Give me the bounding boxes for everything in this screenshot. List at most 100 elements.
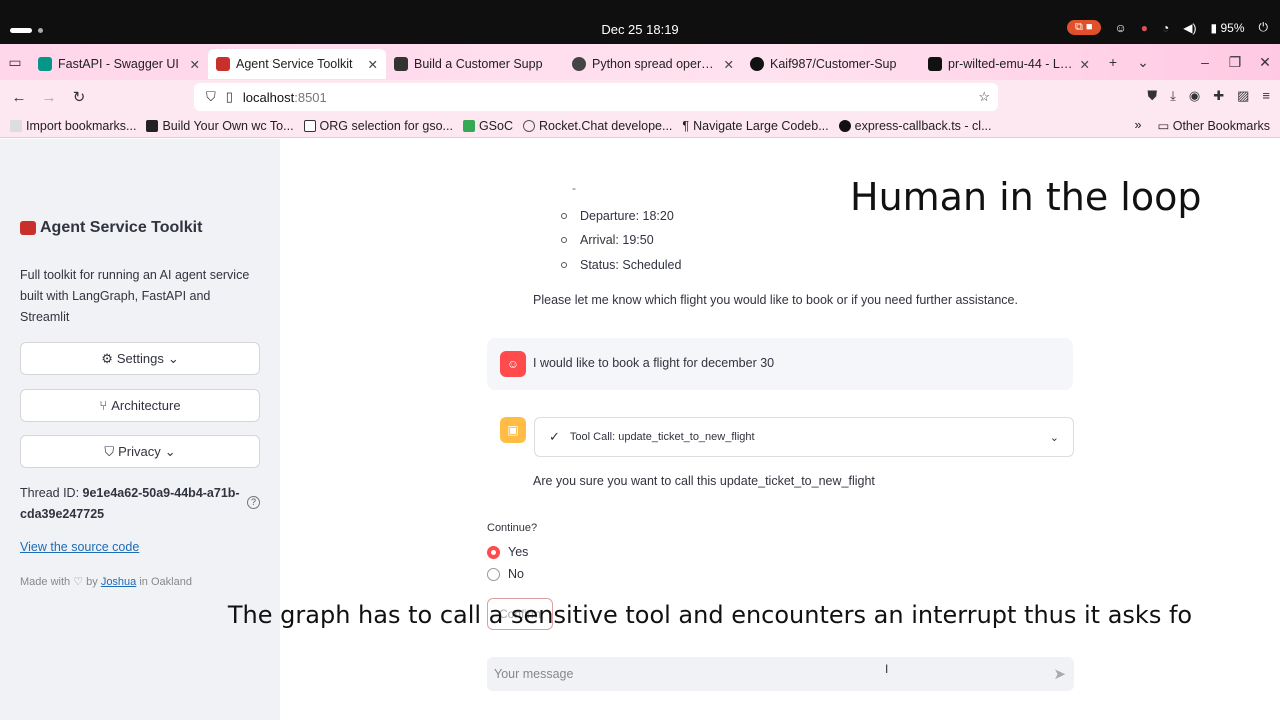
radio-option-yes[interactable]: Yes <box>487 545 528 559</box>
user-message: I would like to book a flight for decemb… <box>533 356 775 370</box>
bookmark-star-icon[interactable]: ☆ <box>978 89 990 105</box>
extensions-icon[interactable]: ✚ <box>1213 88 1224 104</box>
toolbox-favicon-icon <box>216 57 230 71</box>
author-link[interactable]: Joshua <box>101 576 136 588</box>
extension-icon[interactable]: ▨ <box>1237 88 1249 104</box>
thread-id-label: Thread ID: <box>20 486 83 500</box>
text-cursor-icon: I <box>885 662 889 676</box>
reload-icon[interactable]: ↻ <box>64 88 94 106</box>
list-dash: - <box>572 181 576 195</box>
chatgpt-favicon-icon <box>572 57 586 71</box>
volume-icon[interactable]: ◀) <box>1183 21 1196 35</box>
radio-option-no[interactable]: No <box>487 567 524 581</box>
github-icon <box>838 119 851 132</box>
back-arrow-icon[interactable]: ← <box>4 89 34 106</box>
radio-label: No <box>508 567 524 581</box>
url-port: :8501 <box>294 89 327 105</box>
privacy-expander[interactable]: ⛉ Privacy ⌄ <box>20 435 260 468</box>
tab-langsmith[interactable]: pr-wilted-emu-44 - Lan ✕ <box>920 49 1098 79</box>
more-bookmarks-icon[interactable]: » <box>1134 118 1141 133</box>
chevron-down-icon: ⌄ <box>1049 431 1059 444</box>
folder-icon: ▭ <box>1157 119 1170 133</box>
battery-icon: ▮ <box>1210 20 1218 35</box>
battery-status[interactable]: ▮ 95% <box>1211 21 1245 35</box>
chat-input[interactable]: Your message ➤ <box>487 657 1074 691</box>
accessibility-icon[interactable]: ☺ <box>1115 21 1127 35</box>
confirm-question: Are you sure you want to call this updat… <box>533 474 875 488</box>
bookmark-import[interactable]: Import bookmarks... <box>10 119 136 133</box>
close-tab-icon[interactable]: ✕ <box>190 57 200 72</box>
downloads-icon[interactable]: ⤓ <box>1170 88 1176 104</box>
tab-agent-service-toolkit[interactable]: Agent Service Toolkit ✕ <box>208 49 386 79</box>
account-icon[interactable]: ◉ <box>1189 88 1200 104</box>
new-tab-icon[interactable]: + <box>1098 54 1128 70</box>
tab-fastapi[interactable]: FastAPI - Swagger UI ✕ <box>30 49 208 79</box>
source-code-link[interactable]: View the source code <box>20 540 139 554</box>
pocket-icon[interactable]: ⛊ <box>1147 88 1157 104</box>
bookmark-navigate[interactable]: ¶ Navigate Large Codeb... <box>682 119 828 133</box>
close-tab-icon[interactable]: ✕ <box>724 57 734 72</box>
tool-call-expander[interactable]: ✓ Tool Call: update_ticket_to_new_flight… <box>534 417 1074 457</box>
bookmark-express[interactable]: express-callback.ts - cl... <box>838 118 992 133</box>
minimize-window-icon[interactable]: – <box>1190 54 1220 70</box>
bookmark-org-selection[interactable]: ORG selection for gso... <box>303 119 453 133</box>
tab-overview-icon[interactable]: ▭ <box>0 54 30 71</box>
chevron-down-icon: ⌄ <box>167 350 179 366</box>
chevron-down-icon: ⌄ <box>164 443 176 459</box>
close-window-icon[interactable]: ✕ <box>1250 54 1280 71</box>
flight-detail-item: Departure: 18:20 <box>561 209 674 223</box>
power-icon[interactable]: ⏻ <box>1259 20 1269 35</box>
assistant-message: Please let me know which flight you woul… <box>533 293 1018 307</box>
bot-avatar-icon: ▣ <box>500 417 526 443</box>
maximize-window-icon[interactable]: ❐ <box>1220 54 1250 71</box>
flight-detail-text: Status: Scheduled <box>580 258 682 272</box>
user-avatar-icon: ☺ <box>500 351 526 377</box>
shield-icon[interactable]: ⛉ <box>206 89 216 105</box>
bookmark-label: Navigate Large Codeb... <box>693 118 829 133</box>
url-bar[interactable]: ⛉ ▯ localhost:8501 ☆ <box>194 83 998 111</box>
drive-icon <box>462 119 475 132</box>
import-icon <box>10 119 22 132</box>
list-tabs-icon[interactable]: ⌄ <box>1128 54 1158 71</box>
close-tab-icon[interactable]: ✕ <box>1080 57 1090 72</box>
close-tab-icon[interactable]: ✕ <box>368 57 378 72</box>
architecture-label: Architecture <box>111 398 181 413</box>
help-icon[interactable]: ? <box>247 496 260 509</box>
forward-arrow-icon[interactable]: → <box>34 89 64 106</box>
other-bookmarks-label: Other Bookmarks <box>1172 119 1270 133</box>
page-info-icon[interactable]: ▯ <box>226 89 233 105</box>
screen-record-icon[interactable]: ⧉ ■ <box>1066 20 1101 35</box>
bookmark-label: GSoC <box>478 118 513 133</box>
bookmark-wc[interactable]: Build Your Own wc To... <box>146 119 294 133</box>
video-caption: The graph has to call a sensitive tool a… <box>227 601 1193 629</box>
other-bookmarks[interactable]: ▭ Other Bookmarks <box>1157 118 1270 133</box>
bookmark-label: express-callback.ts - cl... <box>854 118 992 133</box>
tab-label: Build a Customer Supp <box>414 57 543 71</box>
settings-expander[interactable]: ⚙ Settings ⌄ <box>20 342 260 375</box>
wifi-icon[interactable]: ◔ <box>1162 21 1169 35</box>
heart-icon: ♡ <box>73 576 84 588</box>
overlay-title: Human in the loop <box>850 175 1202 219</box>
toolbox-icon <box>20 221 36 235</box>
architecture-button[interactable]: ⑂ Architecture <box>20 389 260 422</box>
tab-github-repo[interactable]: Kaif987/Customer-Sup <box>742 49 920 79</box>
radio-label: Yes <box>508 545 529 559</box>
privacy-label: Privacy <box>118 444 161 459</box>
bookmark-rocketchat[interactable]: Rocket.Chat develope... <box>522 118 673 133</box>
tab-build-customer-support[interactable]: Build a Customer Supp <box>386 49 564 79</box>
tab-python-spread[interactable]: Python spread operato ✕ <box>564 49 742 79</box>
bookmark-gsoc[interactable]: GSoC <box>462 118 513 133</box>
tab-label: pr-wilted-emu-44 - Lan <box>948 57 1074 71</box>
flight-detail-item: Arrival: 19:50 <box>561 233 654 247</box>
microphone-icon[interactable]: ● <box>1141 21 1148 35</box>
toolbar-icons: ⛊ ⤓ ◉ ✚ ▨ ≡ <box>1147 88 1270 104</box>
made-with-footer: Made with ♡ by Joshua in Oakland <box>20 575 192 588</box>
globe-icon <box>522 119 535 132</box>
bookmark-label: Rocket.Chat develope... <box>538 118 673 133</box>
send-icon[interactable]: ➤ <box>1053 665 1066 683</box>
by-text: by <box>83 576 101 588</box>
system-top-bar: Dec 25 18:19 ⧉ ■ ☺ ● ◔ ◀) ▮ 95% ⏻ <box>0 0 1280 44</box>
chat-input-placeholder: Your message <box>494 667 574 681</box>
menu-icon[interactable]: ≡ <box>1262 88 1270 104</box>
notion-icon <box>303 119 316 132</box>
